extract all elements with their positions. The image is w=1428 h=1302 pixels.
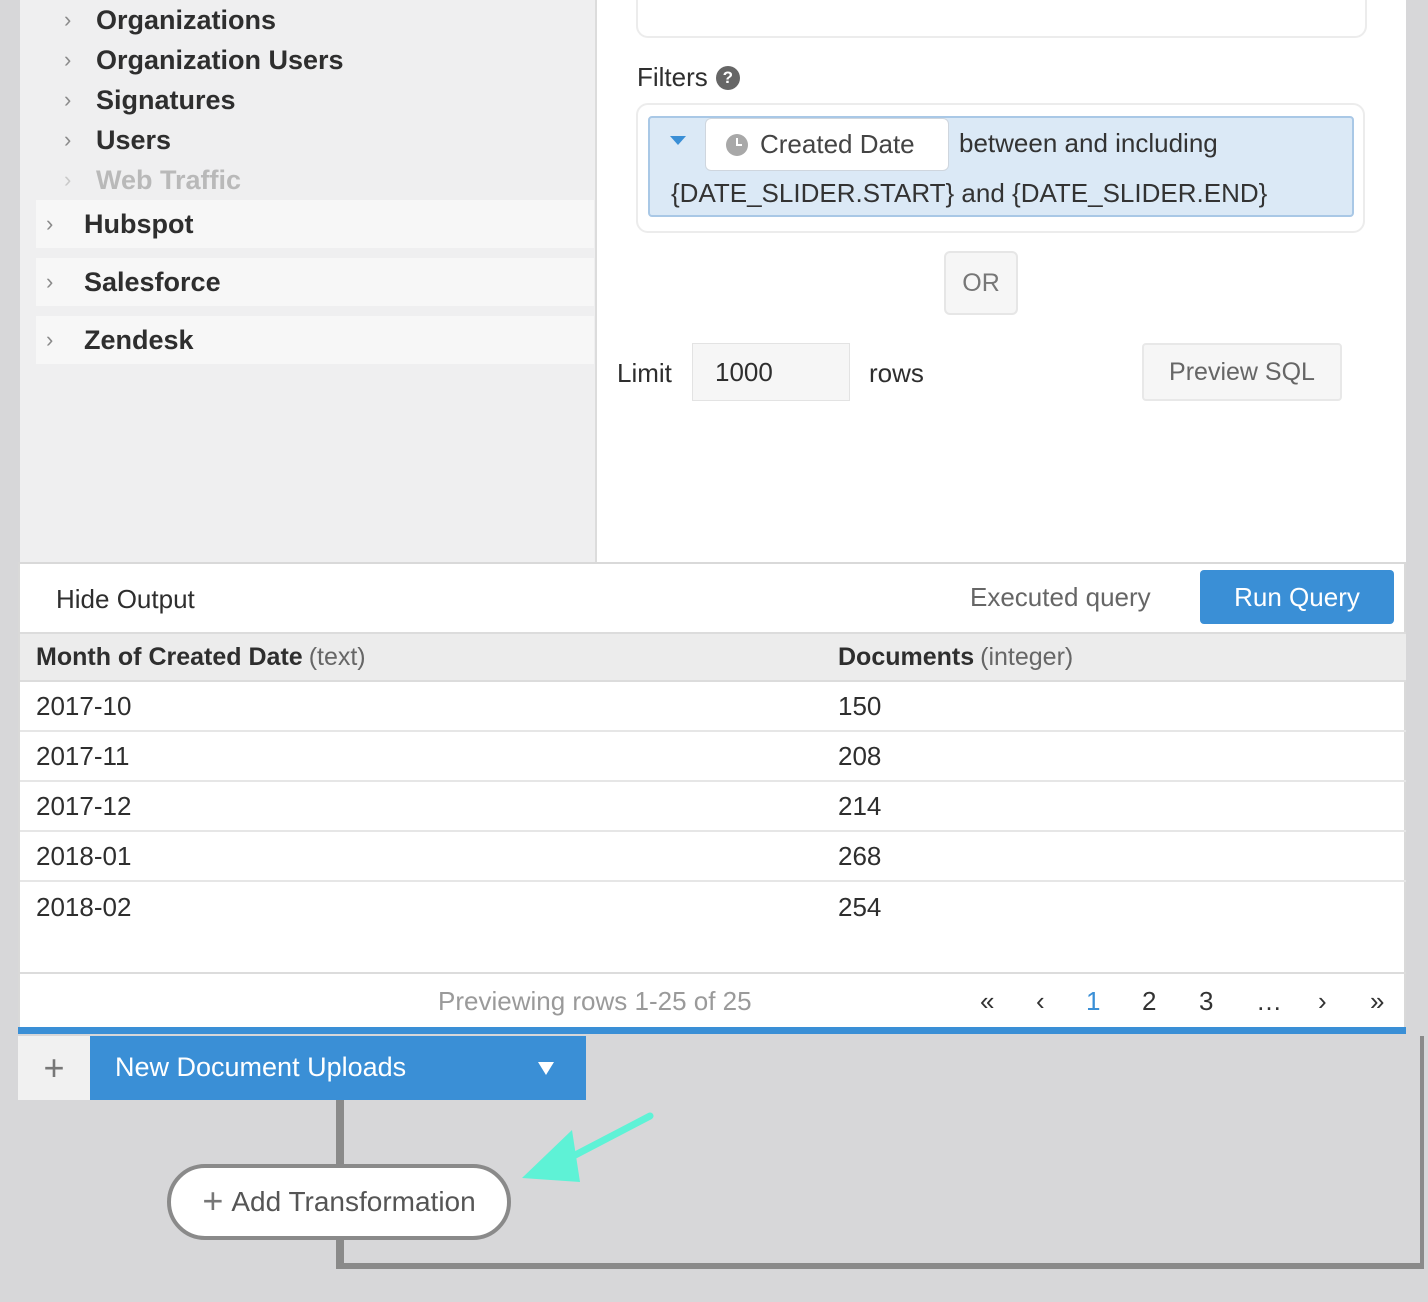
tree-group-hubspot[interactable]: › Hubspot — [36, 200, 594, 248]
caret-down-icon[interactable] — [670, 136, 686, 145]
column-type: (integer) — [980, 642, 1074, 671]
pagination-page[interactable]: 1 — [1086, 986, 1100, 1017]
table-cell: 2017-10 — [36, 690, 132, 721]
pagination-page[interactable]: 2 — [1142, 986, 1156, 1017]
plus-icon: + — [202, 1179, 224, 1221]
pagination-ellipsis: … — [1256, 986, 1282, 1016]
table-cell: 2017-12 — [36, 790, 132, 821]
table-footer: Previewing rows 1-25 of 25 « ‹ 1 2 3 … ›… — [20, 972, 1406, 1030]
query-builder-panel: › Organizations › Organization Users › S… — [20, 0, 1406, 562]
table-cell: 208 — [838, 740, 882, 771]
column-header[interactable]: Documents (integer) — [838, 643, 1073, 672]
table-row: 2018-02 254 — [20, 882, 1406, 932]
pagination-next[interactable]: › — [1318, 986, 1327, 1017]
chevron-right-icon: › — [46, 327, 54, 352]
connector-line — [336, 1263, 1424, 1269]
filter-group: Created Date between and including {DATE… — [636, 103, 1365, 233]
chevron-right-icon: › — [64, 7, 72, 32]
arrow-head — [522, 1130, 580, 1182]
column-name: Month of Created Date — [36, 642, 303, 671]
preview-range-label: Previewing rows 1-25 of 25 — [438, 986, 752, 1016]
previous-section-box — [636, 0, 1367, 38]
table-cell: 2018-02 — [36, 891, 132, 922]
or-button[interactable]: OR — [944, 251, 1018, 315]
filters-heading: Filters ? — [637, 62, 740, 93]
table-cell: 2018-01 — [36, 840, 132, 871]
filter-value[interactable]: {DATE_SLIDER.START} and {DATE_SLIDER.END… — [671, 178, 1267, 209]
column-name: Documents — [838, 642, 975, 671]
limit-label: Limit — [617, 358, 672, 388]
question-circle-icon[interactable]: ? — [715, 65, 740, 90]
filter-condition[interactable]: Created Date between and including {DATE… — [648, 116, 1354, 217]
dataset-name: New Document Uploads — [115, 1052, 407, 1082]
table-cell: 268 — [838, 840, 882, 871]
pagination-first[interactable]: « — [980, 986, 994, 1017]
filter-field-label: Created Date — [760, 129, 915, 159]
column-header[interactable]: Month of Created Date (text) — [36, 643, 366, 672]
results-table: Month of Created Date (text) Documents (… — [20, 632, 1406, 932]
table-header: Month of Created Date (text) Documents (… — [20, 632, 1406, 682]
tree-item-label: Organization Users — [96, 44, 344, 75]
filters-label: Filters — [637, 62, 708, 92]
tree-group-label: Hubspot — [84, 208, 194, 239]
table-cell: 254 — [838, 891, 882, 922]
table-cell: 2017-11 — [36, 740, 130, 771]
tree-item-label: Signatures — [96, 84, 236, 115]
chevron-right-icon: › — [46, 269, 54, 294]
hide-output-link[interactable]: Hide Output — [56, 584, 195, 615]
rows-label: rows — [869, 358, 924, 388]
tree-item-label: Organizations — [96, 4, 277, 35]
clock-icon — [726, 133, 748, 156]
table-cell: 150 — [838, 690, 882, 721]
dataset-tab[interactable]: New Document Uploads — [90, 1036, 586, 1100]
tree-item-organization-users[interactable]: › Organization Users — [64, 40, 344, 80]
filter-operator[interactable]: between and including — [959, 128, 1218, 159]
add-dataset-button[interactable]: + — [18, 1036, 90, 1100]
connector-line — [1420, 1036, 1424, 1268]
run-query-button[interactable]: Run Query — [1200, 570, 1394, 624]
schema-sidebar: › Organizations › Organization Users › S… — [20, 0, 597, 562]
tree-group-label: Zendesk — [84, 324, 194, 355]
tree-item-organizations[interactable]: › Organizations — [64, 0, 276, 40]
limit-input[interactable]: 1000 — [692, 343, 850, 401]
tree-group-salesforce[interactable]: › Salesforce — [36, 258, 594, 306]
preview-sql-button[interactable]: Preview SQL — [1142, 343, 1342, 401]
table-row: 2018-01 268 — [20, 832, 1406, 882]
pagination-prev[interactable]: ‹ — [1036, 986, 1045, 1017]
tree-item-label: Users — [96, 124, 172, 155]
add-transformation-label: Add Transformation — [231, 1186, 476, 1217]
table-row: 2017-12 214 — [20, 782, 1406, 832]
chevron-right-icon: › — [64, 167, 72, 192]
table-cell: 214 — [838, 790, 882, 821]
output-panel: Hide Output Executed query Run Query Mon… — [18, 562, 1406, 1028]
tree-item-signatures[interactable]: › Signatures — [64, 80, 236, 120]
chevron-right-icon: › — [46, 211, 54, 236]
tree-item-label: Web Traffic — [96, 164, 242, 195]
tree-group-label: Salesforce — [84, 266, 221, 297]
add-transformation-button[interactable]: + Add Transformation — [167, 1164, 511, 1240]
table-row: 2017-11 208 — [20, 732, 1406, 782]
chevron-right-icon: › — [64, 87, 72, 112]
annotation-arrow — [522, 1112, 654, 1182]
pagination-last[interactable]: » — [1370, 986, 1384, 1017]
table-row: 2017-10 150 — [20, 682, 1406, 732]
chevron-right-icon: › — [64, 47, 72, 72]
chevron-right-icon: › — [64, 127, 72, 152]
filter-field-chip[interactable]: Created Date — [705, 118, 949, 171]
tree-item-users[interactable]: › Users — [64, 120, 171, 160]
column-type: (text) — [308, 642, 366, 671]
accent-divider — [18, 1027, 1406, 1034]
executed-query-label: Executed query — [970, 582, 1151, 612]
caret-down-icon[interactable] — [538, 1062, 554, 1075]
connector-line — [336, 1100, 344, 1166]
tree-item-web-traffic[interactable]: › Web Traffic — [64, 160, 241, 200]
pagination-page[interactable]: 3 — [1199, 986, 1213, 1017]
tree-group-zendesk[interactable]: › Zendesk — [36, 316, 594, 364]
